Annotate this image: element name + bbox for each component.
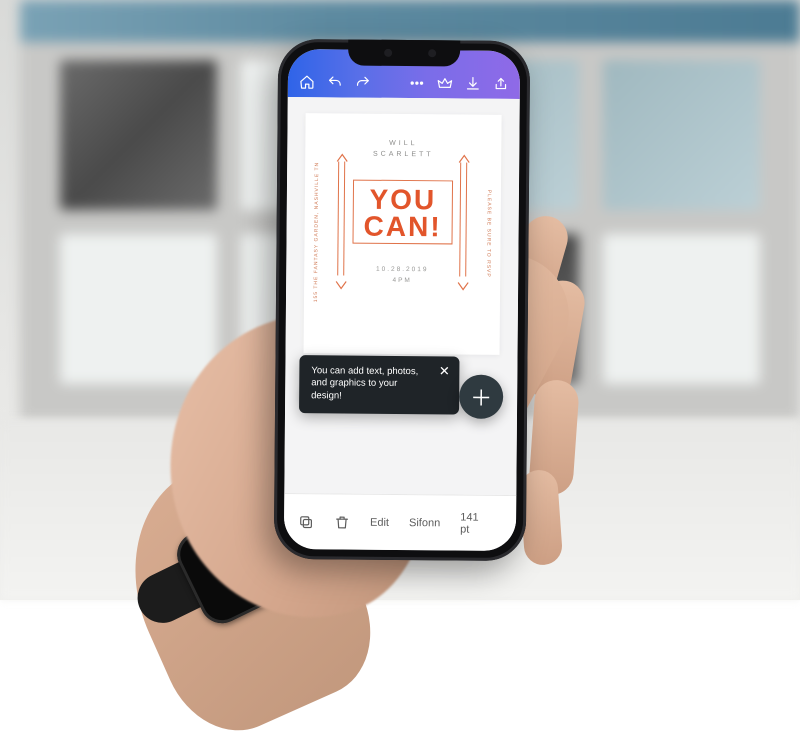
app-screen: 155 THE FANTASY GARDEN, NASHVILLE TN PLE… xyxy=(284,49,520,551)
tooltip-text: You can add text, photos, and graphics t… xyxy=(311,365,418,402)
design-card[interactable]: 155 THE FANTASY GARDEN, NASHVILLE TN PLE… xyxy=(304,113,502,355)
phone-notch xyxy=(348,40,460,67)
duplicate-icon[interactable] xyxy=(298,513,314,531)
font-name-label[interactable]: Sifonn xyxy=(409,517,440,529)
left-arrow-deco xyxy=(334,153,349,283)
redo-icon[interactable] xyxy=(354,74,372,92)
hint-tooltip: You can add text, photos, and graphics t… xyxy=(299,355,460,415)
trash-icon[interactable] xyxy=(334,513,350,531)
headline-box[interactable]: YOUCAN! xyxy=(352,180,453,244)
background-scene: 155 THE FANTASY GARDEN, NASHVILLE TN PLE… xyxy=(0,0,800,600)
more-icon[interactable] xyxy=(408,74,426,92)
close-icon[interactable]: ✕ xyxy=(437,364,451,378)
font-size-label[interactable]: 141 pt xyxy=(460,511,479,535)
right-vertical-text: PLEASE BE SURE TO RSVP xyxy=(484,163,493,305)
undo-icon[interactable] xyxy=(326,73,344,91)
right-arrow-deco xyxy=(456,154,471,284)
add-button[interactable]: ＋ xyxy=(459,375,503,419)
phone-device: 155 THE FANTASY GARDEN, NASHVILLE TN PLE… xyxy=(274,39,531,561)
home-icon[interactable] xyxy=(298,73,316,91)
crown-icon[interactable] xyxy=(436,74,454,92)
share-icon[interactable] xyxy=(492,75,510,93)
design-canvas[interactable]: 155 THE FANTASY GARDEN, NASHVILLE TN PLE… xyxy=(284,97,519,495)
chevron-right-icon[interactable] xyxy=(519,517,521,530)
bottom-toolbar: Edit Sifonn 141 pt xyxy=(284,493,516,551)
left-vertical-text: 155 THE FANTASY GARDEN, NASHVILLE TN xyxy=(312,161,321,303)
headline-text: YOUCAN! xyxy=(364,187,442,241)
edit-label[interactable]: Edit xyxy=(370,516,389,528)
download-icon[interactable] xyxy=(464,75,482,93)
